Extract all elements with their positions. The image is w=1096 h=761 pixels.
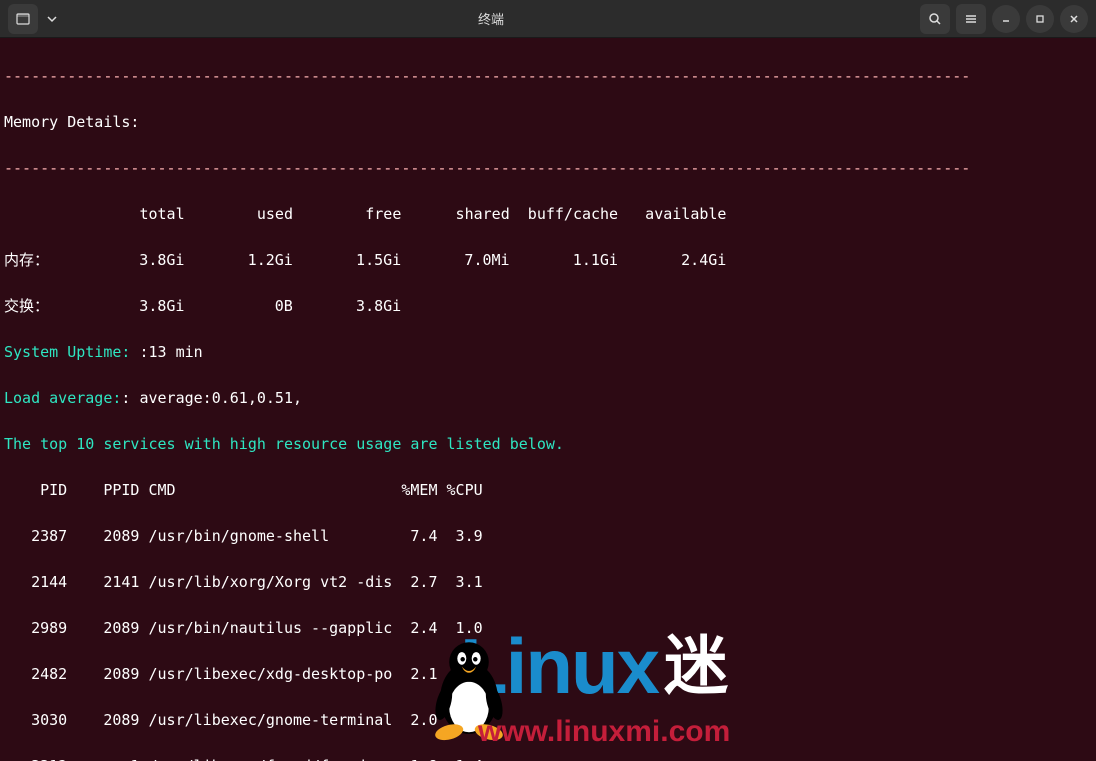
menu-button[interactable] [956, 4, 986, 34]
tab-dropdown-button[interactable] [42, 4, 62, 34]
memory-header: Memory Details: [4, 111, 1092, 134]
uptime-line: System Uptime: :13 min [4, 341, 1092, 364]
memory-row: 交换： 3.8Gi 0B 3.8Gi [4, 295, 1092, 318]
memory-table-header: total used free shared buff/cache availa… [4, 203, 1092, 226]
process-row: 2989 2089 /usr/bin/nautilus --gapplic 2.… [4, 617, 1092, 640]
minimize-button[interactable] [992, 5, 1020, 33]
top10-header: The top 10 services with high resource u… [4, 433, 1092, 456]
divider: ----------------------------------------… [4, 65, 1092, 88]
titlebar-left [8, 4, 62, 34]
uptime-label: System Uptime: [4, 343, 130, 361]
titlebar-right [920, 4, 1088, 34]
terminal-content[interactable]: ----------------------------------------… [0, 38, 1096, 761]
new-tab-button[interactable] [8, 4, 38, 34]
process-row: 2144 2141 /usr/lib/xorg/Xorg vt2 -dis 2.… [4, 571, 1092, 594]
loadavg-value: : average:0.61,0.51, [121, 389, 302, 407]
process-row: 2387 2089 /usr/bin/gnome-shell 7.4 3.9 [4, 525, 1092, 548]
titlebar: 终端 [0, 0, 1096, 38]
window-title: 终端 [62, 9, 920, 28]
maximize-button[interactable] [1026, 5, 1054, 33]
watermark-url: www.linuxmi.com [478, 720, 730, 743]
memory-row: 内存： 3.8Gi 1.2Gi 1.5Gi 7.0Mi 1.1Gi 2.4Gi [4, 249, 1092, 272]
loadavg-label: Load average: [4, 389, 121, 407]
close-button[interactable] [1060, 5, 1088, 33]
uptime-value: :13 min [130, 343, 202, 361]
process-row: 3312 1 /usr/libexec/fwupd/fwupd 1.8 1.4 [4, 755, 1092, 761]
search-button[interactable] [920, 4, 950, 34]
process-row: 2482 2089 /usr/libexec/xdg-desktop-po 2.… [4, 663, 1092, 686]
loadavg-line: Load average:: average:0.61,0.51, [4, 387, 1092, 410]
divider: ----------------------------------------… [4, 157, 1092, 180]
process-header: PID PPID CMD %MEM %CPU [4, 479, 1092, 502]
